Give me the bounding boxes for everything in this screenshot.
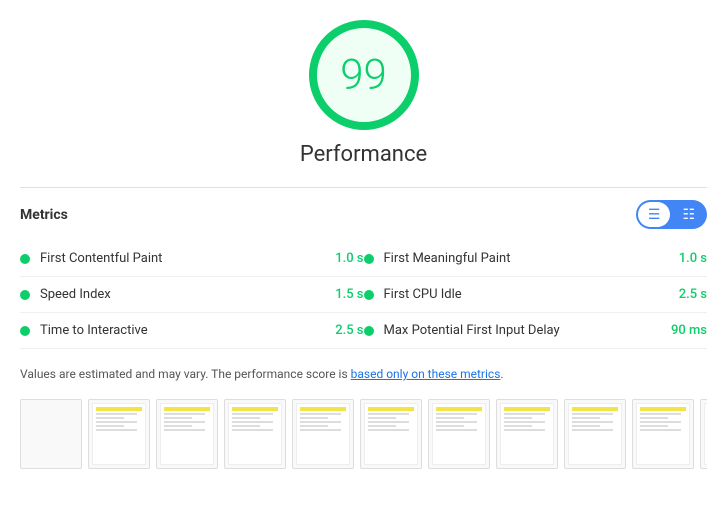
filmstrip-thumb [496,399,558,469]
metric-row: Time to Interactive 2.5 s [20,313,364,349]
filmstrip-thumb [360,399,422,469]
metric-dot [20,290,30,300]
metric-value: 2.5 s [679,287,707,302]
view-toggle: ☰ ☷ [636,200,707,229]
score-section: 99 Performance [20,20,707,167]
score-label: Performance [300,142,427,167]
metric-dot [364,290,374,300]
metric-row: Speed Index 1.5 s [20,277,364,313]
metric-row: First Contentful Paint 1.0 s [20,241,364,277]
note-prefix: Values are estimated and may vary. The p… [20,367,351,381]
metrics-title: Metrics [20,207,68,223]
note-suffix: . [500,367,503,381]
filmstrip-thumb [20,399,82,469]
metric-name: First CPU Idle [384,287,671,302]
metric-name: Speed Index [40,287,327,302]
metric-name: Max Potential First Input Delay [384,323,663,338]
list-view-button[interactable]: ☰ [638,202,671,227]
metric-name: First Contentful Paint [40,251,327,266]
metric-value: 1.0 s [335,251,363,266]
filmstrip-thumb [428,399,490,469]
metric-row: First Meaningful Paint 1.0 s [364,241,708,277]
metric-row: First CPU Idle 2.5 s [364,277,708,313]
metric-dot [20,326,30,336]
metric-value: 2.5 s [335,323,363,338]
metrics-header: Metrics ☰ ☷ [20,187,707,229]
metric-row: Max Potential First Input Delay 90 ms [364,313,708,349]
filmstrip-thumb [156,399,218,469]
filmstrip-thumb [564,399,626,469]
score-circle: 99 [309,20,419,130]
metrics-grid: First Contentful Paint 1.0 s First Meani… [20,241,707,349]
metric-value: 1.5 s [335,287,363,302]
metric-name: First Meaningful Paint [384,251,671,266]
filmstrip-thumb [632,399,694,469]
metrics-link[interactable]: based only on these metrics [351,367,501,381]
filmstrip-thumb [224,399,286,469]
metric-dot [20,254,30,264]
metric-dot [364,254,374,264]
filmstrip-thumb [292,399,354,469]
note-text: Values are estimated and may vary. The p… [20,365,707,383]
metric-dot [364,326,374,336]
metric-name: Time to Interactive [40,323,327,338]
grid-view-button[interactable]: ☷ [672,202,705,227]
metric-value: 1.0 s [679,251,707,266]
score-value: 99 [340,51,387,100]
metric-value: 90 ms [671,323,707,338]
filmstrip-thumb [700,399,707,469]
filmstrip-thumb [88,399,150,469]
filmstrip [20,399,707,469]
